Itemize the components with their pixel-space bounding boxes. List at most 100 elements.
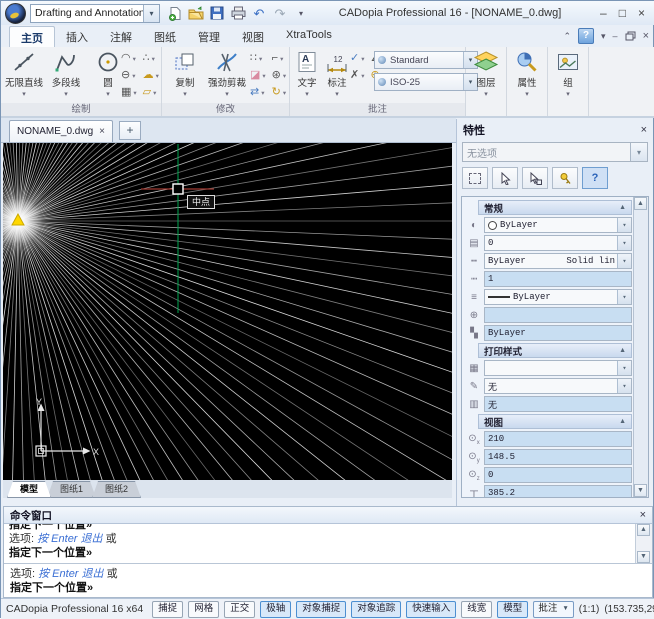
chevron-down-icon[interactable]: ▾ [305,90,309,98]
open-file-icon[interactable] [187,4,205,22]
layout-tab-模型[interactable]: 模型 [7,481,51,498]
region-icon[interactable]: ▱▾ [143,85,159,100]
minimize-button[interactable]: – [600,3,607,23]
layout-tab-图纸1[interactable]: 图纸1 [47,481,96,498]
property-field[interactable]: 无▾ [484,378,632,394]
command-window-close-icon[interactable]: × [640,509,646,521]
section-header-视图[interactable]: 视图▲ [478,414,632,429]
ribbon-tab-管理[interactable]: 管理 [187,26,231,47]
property-field[interactable]: 210 [484,431,632,447]
property-field[interactable]: 无 [484,396,632,412]
ribbon-collapse-icon[interactable]: ⌃ [563,31,571,42]
text-style-combo[interactable]: Standard ▾ [374,51,478,69]
new-document-tab-button[interactable]: + [119,121,141,140]
undo-icon[interactable]: ↶ [250,4,268,22]
save-icon[interactable] [208,4,226,22]
dim-style-combo[interactable]: ISO-25 ▾ [374,73,478,91]
status-toggle-正交[interactable]: 正交 [224,601,255,618]
document-tab-close-icon[interactable]: × [99,126,105,137]
command-prompt[interactable]: 选项: 按 Enter 退出 或指定下一个位置» [4,564,652,595]
scroll-up-icon[interactable]: ▲ [634,197,647,210]
selection-dropdown[interactable]: 无选项 ▾ [462,142,648,162]
ribbon-button-强劲剪裁[interactable]: 强劲剪裁▾ [207,49,247,98]
properties-panel-close-icon[interactable]: × [641,124,647,136]
property-field[interactable]: ByLayerSolid lin▾ [484,253,632,269]
document-tab[interactable]: NONAME_0.dwg × [9,120,113,142]
scroll-up-icon[interactable]: ▲ [637,524,650,536]
print-icon[interactable] [229,4,247,22]
command-link[interactable]: 按 Enter 退出 [37,533,102,545]
ribbon-tab-视图[interactable]: 视图 [231,26,275,47]
chevron-down-icon[interactable]: ▾ [106,90,110,98]
property-field[interactable]: 0 [484,467,632,483]
ribbon-tab-插入[interactable]: 插入 [55,26,99,47]
ribbon-button-标注[interactable]: 12标注▾ [323,49,351,98]
chevron-down-icon[interactable]: ▾ [525,90,529,98]
chevron-down-icon[interactable]: ▾ [64,90,68,98]
property-field[interactable]: 148.5 [484,449,632,465]
ribbon-button-属性[interactable]: 属性▾ [510,49,544,98]
layout-tab-图纸2[interactable]: 图纸2 [92,481,141,498]
ribbon-tab-图纸[interactable]: 图纸 [143,26,187,47]
status-toggle-快速输入[interactable]: 快速输入 [406,601,456,618]
status-toggle-对象捕捉[interactable]: 对象捕捉 [296,601,346,618]
scroll-down-icon[interactable]: ▼ [637,551,650,563]
scroll-down-icon[interactable]: ▼ [634,484,647,497]
properties-help-icon[interactable]: ? [582,167,608,189]
property-field[interactable]: ByLayer▾ [484,217,632,233]
status-toggle-极轴[interactable]: 极轴 [260,601,291,618]
pick-cursor-icon[interactable] [492,167,518,189]
quick-select-icon[interactable] [552,167,578,189]
array-icon[interactable]: ∷▾ [250,51,266,66]
annotation-scale-dropdown[interactable]: 批注 ▼ [533,601,573,618]
ribbon-button-图层[interactable]: 图层▾ [469,49,503,98]
close-button[interactable]: × [638,3,645,23]
property-field[interactable] [484,307,632,323]
eraser-icon[interactable]: ◪▾ [250,68,266,83]
cloud-icon[interactable]: ☁▾ [143,68,159,83]
qat-dropdown-icon[interactable]: ▾ [292,4,310,22]
property-field[interactable]: ByLayer [484,325,632,341]
ribbon-button-无限直线[interactable]: 无限直线▾ [4,49,44,98]
property-field[interactable]: 0▾ [484,235,632,251]
new-file-icon[interactable] [166,4,184,22]
ribbon-button-组[interactable]: 组▾ [551,49,585,98]
property-field[interactable]: 385.2 [484,485,632,498]
help-icon[interactable]: ? [578,28,594,44]
trim-dim-icon[interactable]: ✗▾ [350,68,364,83]
chevron-down-icon[interactable]: ▾ [566,90,570,98]
status-toggle-捕捉[interactable]: 捕捉 [152,601,183,618]
workspace-dropdown[interactable]: Drafting and Annotation ▾ [30,4,160,23]
rotate-icon[interactable]: ↻▾ [272,85,286,100]
ellipse-icon[interactable]: ⊖▾ [121,68,137,83]
status-toggle-模型[interactable]: 模型 [497,601,528,618]
ribbon-button-复制[interactable]: 复制▾ [165,49,205,98]
section-header-打印样式[interactable]: 打印样式▲ [478,343,632,358]
points-icon[interactable]: ∴▾ [143,51,159,66]
property-field[interactable]: 1 [484,271,632,287]
command-link[interactable]: 按 Enter 退出 [38,568,103,580]
section-header-常规[interactable]: 常规▲ [478,200,632,215]
chevron-down-icon[interactable]: ▾ [335,90,339,98]
app-logo-icon[interactable] [5,3,26,24]
fillet-icon[interactable]: ⌐▾ [272,51,286,66]
arc-icon[interactable]: ◠▾ [121,51,137,66]
doc-close-icon[interactable]: × [643,30,649,42]
ribbon-tab-主页[interactable]: 主页 [9,26,55,47]
doc-restore-icon[interactable] [625,31,636,41]
maximize-button[interactable]: □ [619,3,626,23]
properties-scrollbar[interactable]: ▲ ▼ [633,197,648,497]
status-toggle-网格[interactable]: 网格 [188,601,219,618]
status-toggle-线宽[interactable]: 线宽 [461,601,492,618]
ribbon-tab-XtraTools[interactable]: XtraTools [275,26,343,47]
help-dropdown-icon[interactable]: ▾ [601,31,606,42]
explode-icon[interactable]: ⊛▾ [272,68,286,83]
chevron-down-icon[interactable]: ▾ [183,90,187,98]
ribbon-tab-注解[interactable]: 注解 [99,26,143,47]
doc-minimize-icon[interactable]: – [613,31,618,41]
select-elements-icon[interactable] [462,167,488,189]
chevron-down-icon[interactable]: ▾ [22,90,26,98]
stretch-icon[interactable]: ⇄▾ [250,85,266,100]
status-toggle-对象追踪[interactable]: 对象追踪 [351,601,401,618]
command-history-scrollbar[interactable]: ▲ ▼ [635,524,652,563]
